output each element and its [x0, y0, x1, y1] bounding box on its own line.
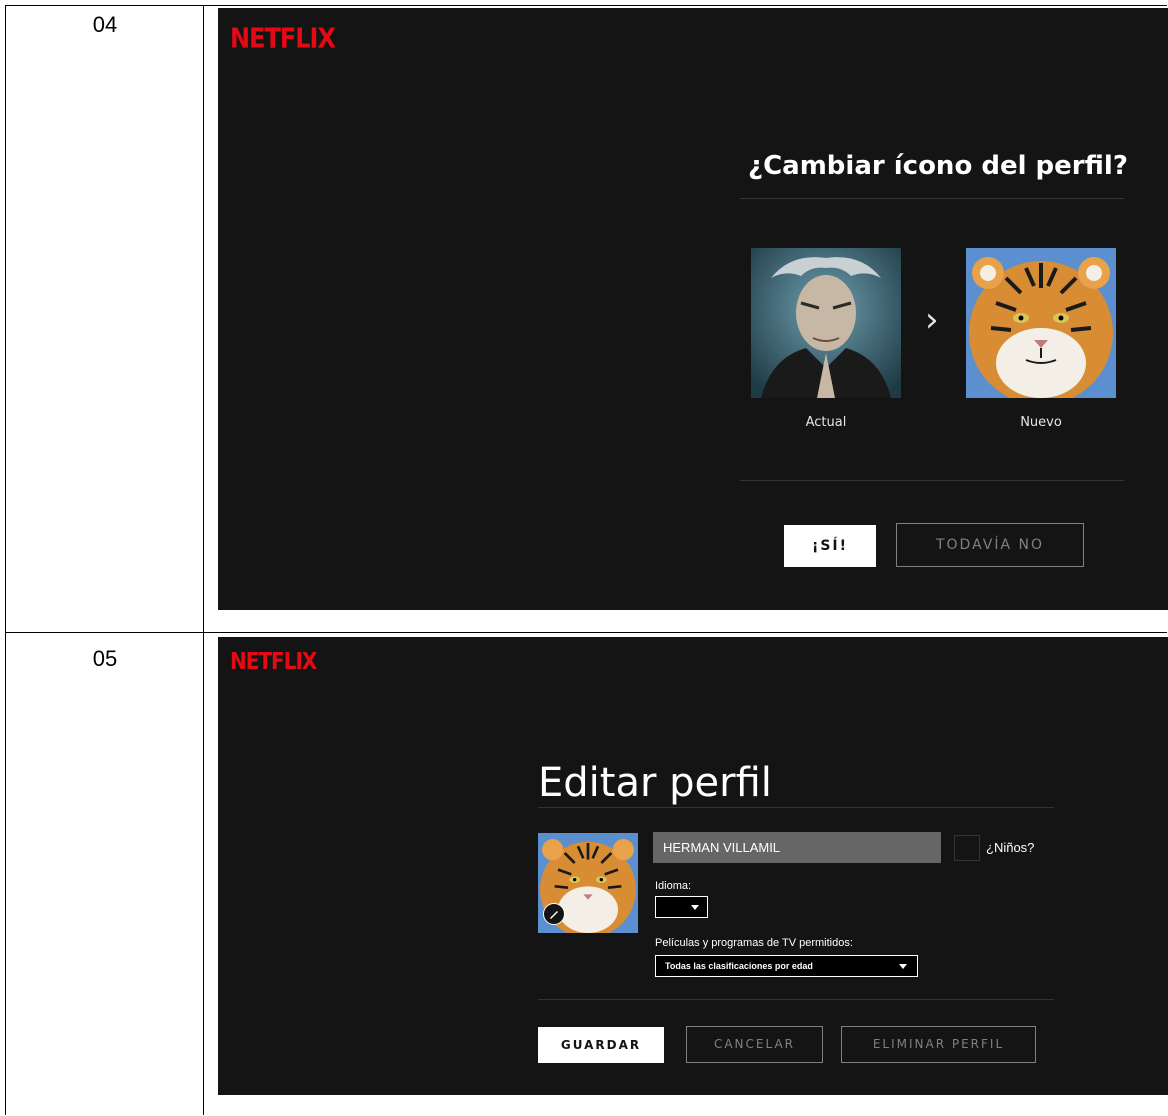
new-label: Nuevo	[1020, 415, 1062, 430]
delete-profile-button[interactable]: ELIMINAR PERFIL	[841, 1026, 1036, 1063]
edit-profile-screen: NETFLIX Editar perfil ¿Niños? Idioma: Pe…	[218, 637, 1168, 1095]
caret-down-icon	[691, 905, 699, 910]
kids-checkbox[interactable]	[954, 835, 980, 861]
divider-top	[740, 198, 1124, 199]
caret-down-icon	[899, 964, 907, 969]
language-label: Idioma:	[655, 880, 692, 892]
netflix-logo: NETFLIX	[230, 22, 336, 55]
not-yet-button[interactable]: TODAVÍA NO	[896, 523, 1084, 567]
tiger-icon	[966, 248, 1116, 398]
netflix-logo: NETFLIX	[230, 647, 317, 675]
profile-avatar[interactable]	[538, 833, 638, 933]
yes-button[interactable]: ¡SÍ!	[784, 525, 876, 567]
current-avatar	[751, 248, 901, 398]
table-column-divider	[203, 5, 204, 1115]
table-left-border	[5, 5, 6, 1115]
row-number-04: 04	[92, 12, 118, 37]
maturity-label: Películas y programas de TV permitidos:	[655, 937, 853, 949]
cancel-button[interactable]: CANCELAR	[686, 1026, 823, 1063]
page-title: ¿Cambiar ícono del perfil?	[748, 151, 1128, 181]
maturity-select-value: Todas las clasificaciones por edad	[665, 961, 813, 971]
current-label: Actual	[805, 415, 847, 430]
kids-label: ¿Niños?	[986, 840, 1035, 855]
row-number-05: 05	[92, 646, 118, 671]
man-portrait-icon	[751, 248, 901, 398]
change-icon-screen: NETFLIX ¿Cambiar ícono del perfil? › Act…	[218, 8, 1168, 610]
edit-pencil-icon[interactable]	[543, 903, 565, 925]
table-row-divider	[5, 632, 1167, 633]
language-select[interactable]	[655, 896, 708, 918]
save-button[interactable]: GUARDAR	[538, 1027, 664, 1063]
divider-bottom	[538, 999, 1054, 1000]
page-title: Editar perfil	[538, 760, 772, 806]
maturity-select[interactable]: Todas las clasificaciones por edad	[655, 955, 918, 977]
chevron-right-icon: ›	[925, 300, 939, 340]
divider-top	[538, 807, 1054, 808]
profile-name-input[interactable]	[653, 832, 941, 863]
new-avatar	[966, 248, 1116, 398]
table-top-border	[5, 5, 1167, 6]
divider-bottom	[740, 480, 1124, 481]
